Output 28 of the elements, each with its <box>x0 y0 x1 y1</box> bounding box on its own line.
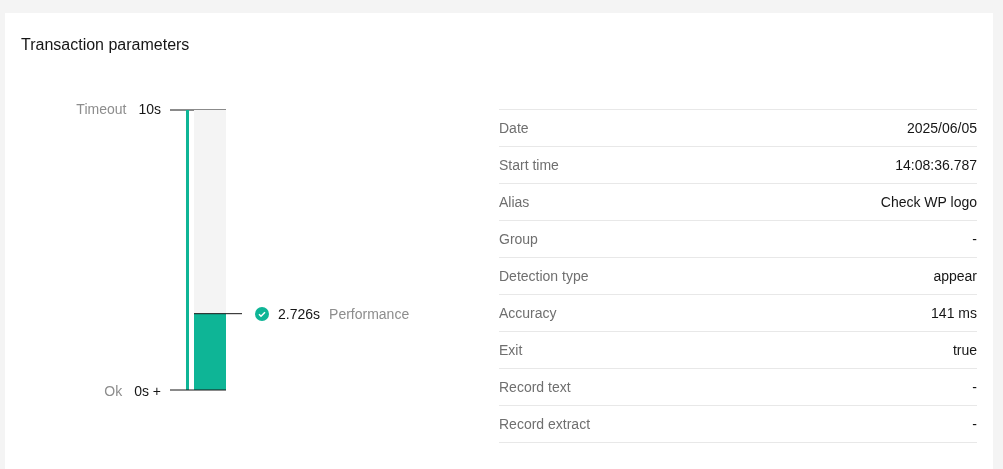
detail-label: Alias <box>499 194 530 210</box>
reading-value: 2.726s <box>278 304 321 324</box>
reading-line <box>193 313 243 315</box>
detail-value: 2025/06/05 <box>906 120 977 136</box>
detail-label: Group <box>499 231 538 247</box>
detail-value: Check WP logo <box>880 194 977 210</box>
detail-value: 141 ms <box>931 305 977 321</box>
detail-label: Start time <box>499 157 559 173</box>
detail-label: Detection type <box>499 268 589 284</box>
tick-line <box>169 389 227 391</box>
max-value: 10s <box>138 100 161 119</box>
detail-label: Date <box>499 120 529 136</box>
detail-value: - <box>972 379 977 395</box>
detail-label: Exit <box>499 342 523 358</box>
min-value: 0s + <box>134 382 161 401</box>
detail-value: 14:08:36.787 <box>895 157 977 173</box>
max-label: Timeout <box>76 100 127 119</box>
reading-label: Performance <box>329 304 410 324</box>
detail-value: - <box>972 231 977 247</box>
min-label: Ok <box>104 382 123 401</box>
panel-title: Transaction parameters <box>21 35 190 55</box>
detail-label: Record extract <box>499 416 591 432</box>
tick-line <box>169 109 227 111</box>
detail-value: true <box>952 342 977 358</box>
detail-value: - <box>972 416 977 432</box>
detail-label: Record text <box>499 379 571 395</box>
detail-value: appear <box>933 268 977 284</box>
detail-label: Accuracy <box>499 305 557 321</box>
